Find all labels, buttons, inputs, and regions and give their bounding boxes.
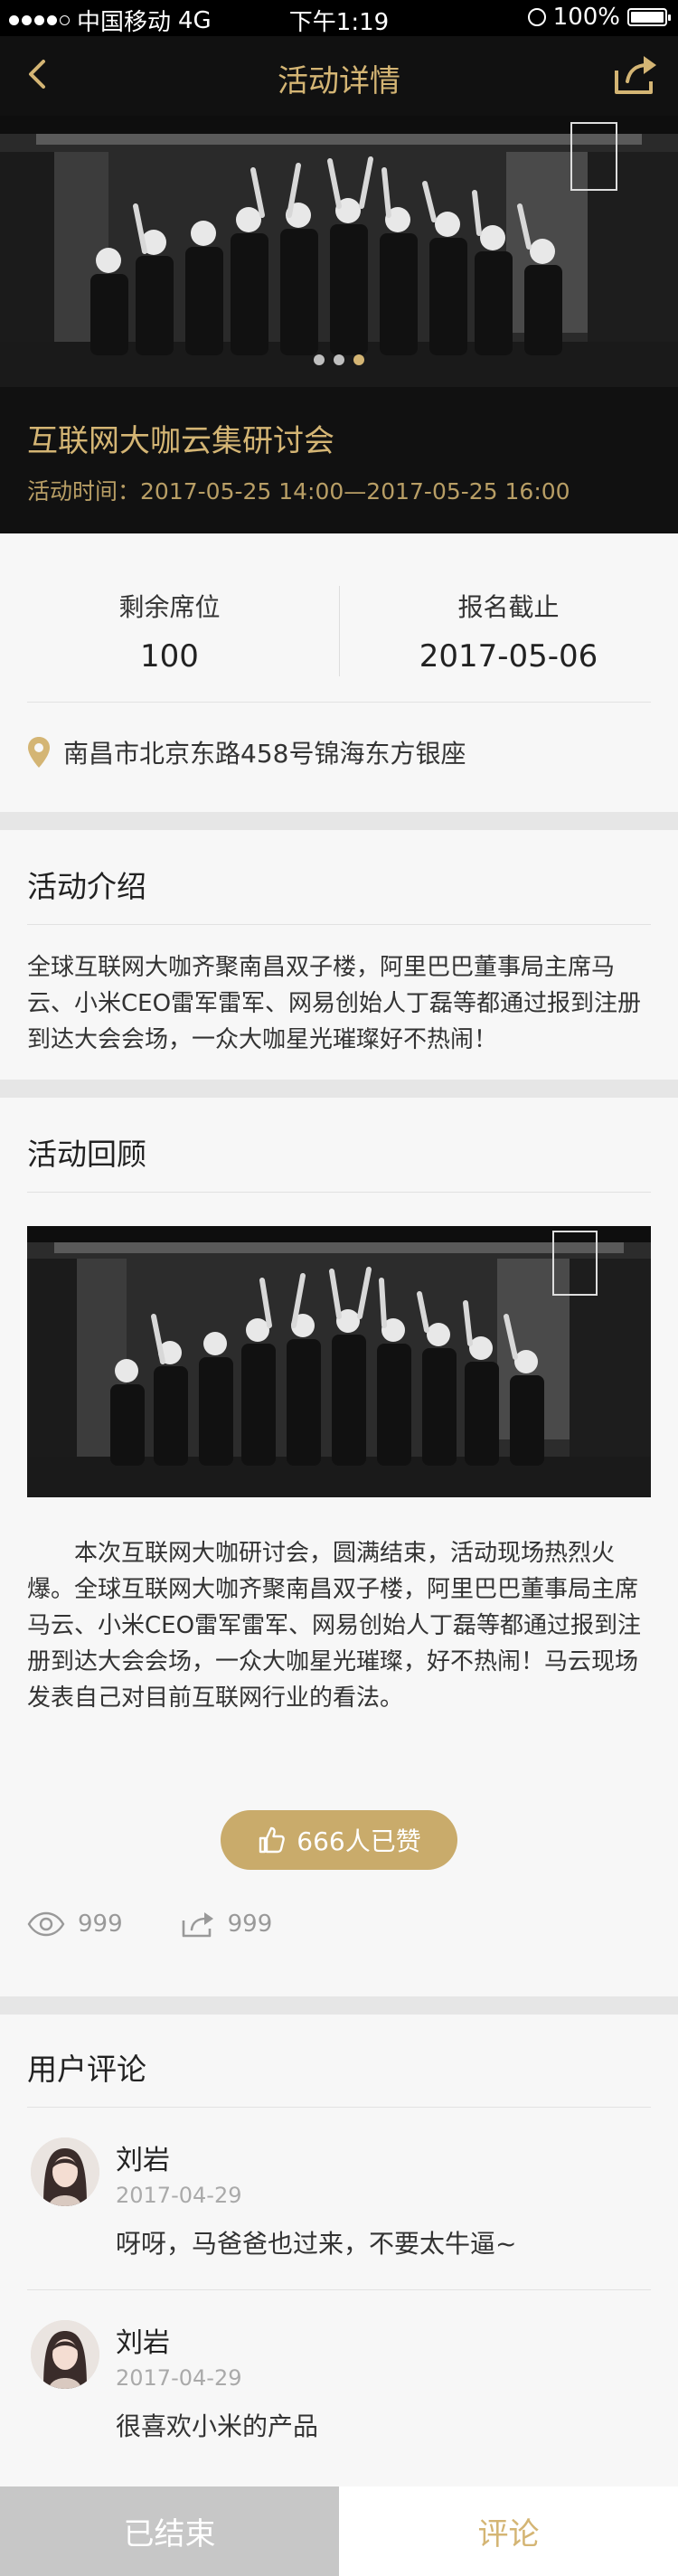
battery-icon [627,8,671,26]
review-photo[interactable] [27,1226,651,1497]
bottom-action-bar: 已结束 评论 [0,2486,678,2576]
share-icon[interactable] [611,52,660,98]
like-count-label: 666人已赞 [297,1826,421,1856]
divider [27,2107,651,2108]
comment-date: 2017-04-29 [116,2183,242,2208]
like-button[interactable]: 666人已赞 [221,1810,457,1870]
status-bar: 中国移动 4G 下午1:19 100% [0,0,678,36]
divider [27,924,651,925]
engagement-counts: 999 999 [27,1910,272,1939]
carousel-dot[interactable] [334,354,344,365]
remaining-seats-value: 100 [140,638,199,675]
remaining-seats: 剩余席位 100 [0,588,339,675]
page-title: 活动详情 [278,63,400,99]
share-count-icon[interactable] [181,1910,215,1939]
review-text: 本次互联网大咖研讨会，圆满结束，活动现场热烈火爆。全球互联网大咖齐聚南昌双子楼，… [27,1540,642,1712]
carousel-indicator [0,354,678,365]
view-count: 999 [78,1911,123,1938]
avatar[interactable] [31,2320,99,2389]
comment-text: 很喜欢小米的产品 [116,2411,319,2441]
comments-section-title: 用户评论 [27,2052,146,2087]
user-avatar-image [31,2320,99,2389]
avatar[interactable] [31,2137,99,2206]
rotation-lock-icon [527,8,546,26]
event-time: 活动时间：2017-05-25 14:00—2017-05-25 16:00 [27,474,570,506]
location-pin-icon [28,737,50,768]
signup-deadline: 报名截止 2017-05-06 [339,588,678,675]
review-group-photo [27,1226,651,1497]
divider [27,1192,651,1193]
comment-author: 刘岩 [116,2145,170,2176]
carousel-dot[interactable] [314,354,325,365]
event-title: 互联网大咖云集研讨会 [27,423,334,459]
event-group-photo [0,116,678,387]
signup-deadline-label: 报名截止 [457,592,560,622]
navigation-bar: 活动详情 [0,36,678,116]
event-header: 互联网大咖云集研讨会 活动时间：2017-05-25 14:00—2017-05… [0,387,678,533]
battery-percent: 100% [552,4,620,31]
user-avatar-image [31,2137,99,2206]
thumbs-up-icon [259,1826,286,1854]
review-section-title: 活动回顾 [27,1137,146,1172]
intro-text: 全球互联网大咖齐聚南昌双子楼，阿里巴巴董事局主席马云、小米CEO雷军雷军、网易创… [27,954,642,1053]
divider [27,702,651,703]
event-info-card: 剩余席位 100 报名截止 2017-05-06 南昌市北京东路458号锦海东方… [0,533,678,812]
eye-icon [27,1911,65,1937]
comment-item: 刘岩 2017-04-29 呀呀，马爸爸也过来，不要太牛逼~ [0,2110,678,2291]
event-time-label: 活动时间： [27,478,141,505]
write-comment-button[interactable]: 评论 [339,2486,678,2576]
event-address-text: 南昌市北京东路458号锦海东方银座 [63,739,466,769]
section-gap [0,812,678,830]
comment-text: 呀呀，马爸爸也过来，不要太牛逼~ [116,2229,517,2259]
comment-date: 2017-04-29 [116,2365,242,2391]
divider [27,2289,651,2290]
section-gap [0,1080,678,1098]
section-gap [0,1996,678,2015]
event-address[interactable]: 南昌市北京东路458号锦海东方银座 [27,734,466,770]
event-time-value: 2017-05-25 14:00—2017-05-25 16:00 [140,478,570,505]
comment-author: 刘岩 [116,2327,170,2359]
carousel-dot-active[interactable] [353,354,364,365]
remaining-seats-label: 剩余席位 [118,592,221,622]
signup-deadline-value: 2017-05-06 [419,638,598,675]
event-ended-button[interactable]: 已结束 [0,2486,339,2576]
event-photo-carousel[interactable] [0,116,678,387]
share-count: 999 [227,1911,273,1938]
intro-section-title: 活动介绍 [27,869,146,904]
comment-item: 刘岩 2017-04-29 很喜欢小米的产品 [0,2293,678,2474]
